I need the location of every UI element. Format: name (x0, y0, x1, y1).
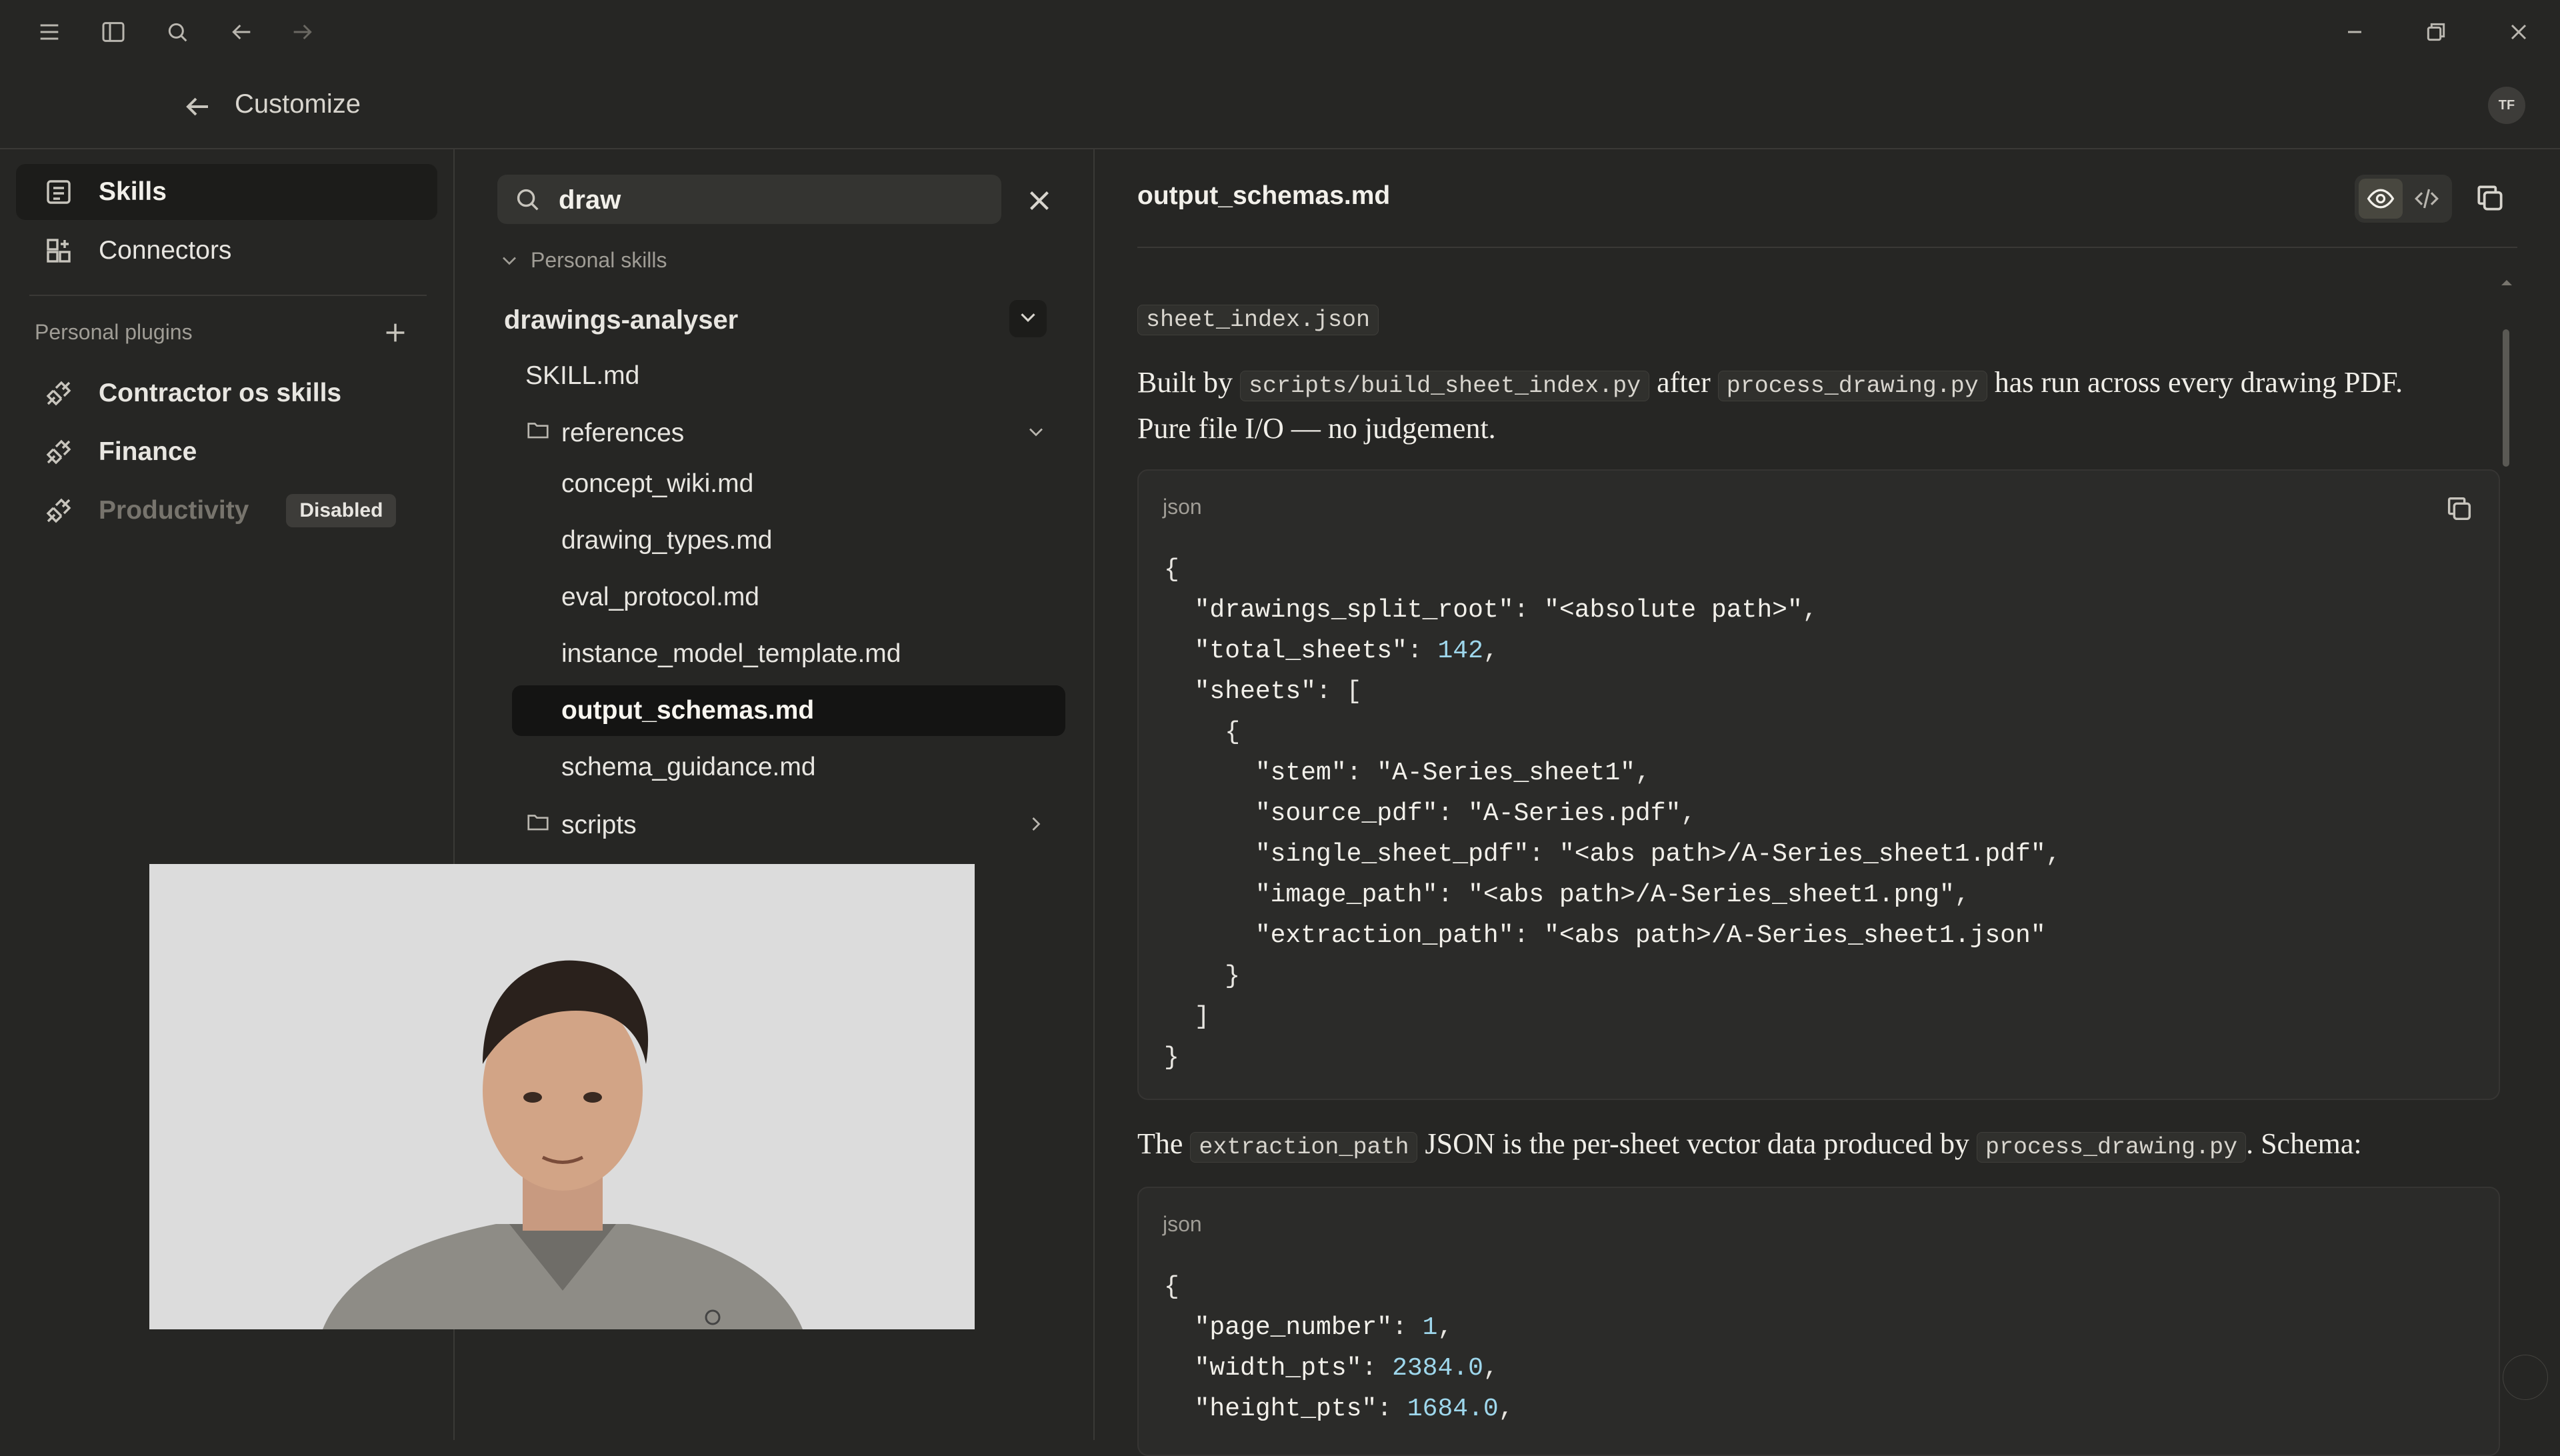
file-item[interactable]: concept_wiki.md (561, 469, 753, 499)
paragraph-2: The extraction_path JSON is the per-shee… (1137, 1123, 2477, 1169)
paragraph-1: Built by scripts/build_sheet_index.py af… (1137, 366, 2403, 445)
scrollbar-thumb[interactable] (2503, 329, 2509, 467)
sidebar-item-skills[interactable]: Skills (16, 164, 437, 220)
copy-code-icon[interactable] (2444, 493, 2475, 524)
code-content: { "page_number": 1, "width_pts": 2384.0,… (1164, 1273, 1514, 1423)
search-input[interactable] (557, 180, 987, 220)
folder-icon (525, 417, 551, 449)
skill-item[interactable]: drawings-analyser (504, 305, 738, 335)
clear-search-icon[interactable] (1023, 184, 1056, 217)
heading-code: sheet_index.json (1137, 305, 1379, 335)
person-image (149, 864, 975, 1329)
folder-references[interactable]: references (525, 417, 684, 449)
section-label: Personal plugins (35, 320, 193, 344)
plugin-item-contractor[interactable]: Contractor os skills (16, 365, 437, 421)
sidebar-item-label: Skills (99, 177, 167, 206)
plug-icon (43, 495, 75, 527)
file-name: drawing_types.md (561, 526, 773, 555)
skills-icon (43, 176, 75, 208)
code-language-label: json (1163, 1212, 1202, 1236)
forward-icon[interactable] (288, 17, 317, 47)
code-block: json { "page_number": 1, "width_pts": 23… (1137, 1187, 2500, 1456)
sidebar-toggle-icon[interactable] (99, 17, 128, 47)
section-label: Personal skills (531, 248, 667, 272)
chevron-right-icon[interactable] (1024, 812, 1048, 839)
file-item[interactable]: eval_protocol.md (561, 583, 759, 612)
add-plugin-icon[interactable] (380, 317, 411, 348)
code-block: json { "drawings_split_root": "<absolute… (1137, 469, 2500, 1100)
folder-scripts[interactable]: scripts (525, 809, 637, 841)
folder-name: scripts (561, 811, 637, 839)
webcam-overlay (149, 864, 975, 1329)
watermark-badge (2503, 1355, 2548, 1400)
folder-name: references (561, 419, 685, 447)
chevron-down-icon[interactable] (1024, 420, 1048, 447)
scroll-up-icon[interactable] (2500, 276, 2513, 289)
divider (29, 295, 427, 296)
file-item[interactable]: schema_guidance.md (561, 753, 816, 782)
preview-eye-icon[interactable] (2359, 179, 2403, 219)
plugin-item-finance[interactable]: Finance (16, 424, 437, 480)
file-name: output_schemas.md (561, 696, 815, 725)
file-name: instance_model_template.md (561, 639, 901, 668)
copy-icon[interactable] (2473, 181, 2507, 215)
minimize-icon[interactable] (2340, 17, 2369, 47)
plugin-label: Productivity (99, 496, 249, 525)
menu-icon[interactable] (35, 17, 64, 47)
file-item[interactable]: SKILL.md (525, 361, 639, 391)
disabled-badge: Disabled (286, 494, 397, 527)
personal-skills-section[interactable]: Personal skills (497, 248, 667, 273)
title-bar (0, 0, 2560, 64)
skill-expand-button[interactable] (1009, 300, 1047, 337)
skill-name: drawings-analyser (504, 305, 739, 335)
connectors-icon (43, 235, 75, 267)
back-arrow-icon[interactable] (181, 91, 213, 123)
code-view-icon[interactable] (2408, 181, 2445, 216)
file-name: concept_wiki.md (561, 469, 754, 498)
plug-icon (43, 377, 75, 409)
page-title: Customize (235, 89, 361, 119)
search-icon[interactable] (163, 17, 192, 47)
folder-icon (525, 809, 551, 841)
sidebar-item-label: Connectors (99, 236, 232, 265)
plugin-label: Finance (99, 437, 197, 466)
file-item[interactable]: drawing_types.md (561, 526, 773, 555)
customize-header (0, 64, 2560, 149)
code-language-label: json (1163, 495, 1202, 519)
search-box[interactable] (497, 175, 1001, 224)
plugin-item-productivity[interactable]: Productivity Disabled (16, 483, 437, 539)
file-name: eval_protocol.md (561, 583, 759, 611)
plug-icon (43, 436, 75, 468)
document-title: output_schemas.md (1137, 181, 1391, 210)
code-content: { "drawings_split_root": "<absolute path… (1164, 555, 2061, 1072)
view-mode-toggle[interactable] (2355, 175, 2452, 223)
plugin-label: Contractor os skills (99, 379, 342, 407)
sidebar-item-connectors[interactable]: Connectors (16, 223, 437, 279)
back-icon[interactable] (227, 17, 256, 47)
avatar[interactable]: TF (2488, 87, 2525, 124)
restore-icon[interactable] (2421, 17, 2451, 47)
divider (1137, 247, 2517, 248)
close-window-icon[interactable] (2504, 17, 2533, 47)
file-item-active[interactable]: output_schemas.md (561, 696, 814, 725)
chevron-down-icon (497, 249, 521, 273)
chevron-down-icon (1015, 305, 1041, 333)
file-name: schema_guidance.md (561, 753, 816, 781)
file-item[interactable]: instance_model_template.md (561, 639, 901, 669)
file-name: SKILL.md (525, 361, 640, 390)
search-icon (512, 184, 543, 215)
